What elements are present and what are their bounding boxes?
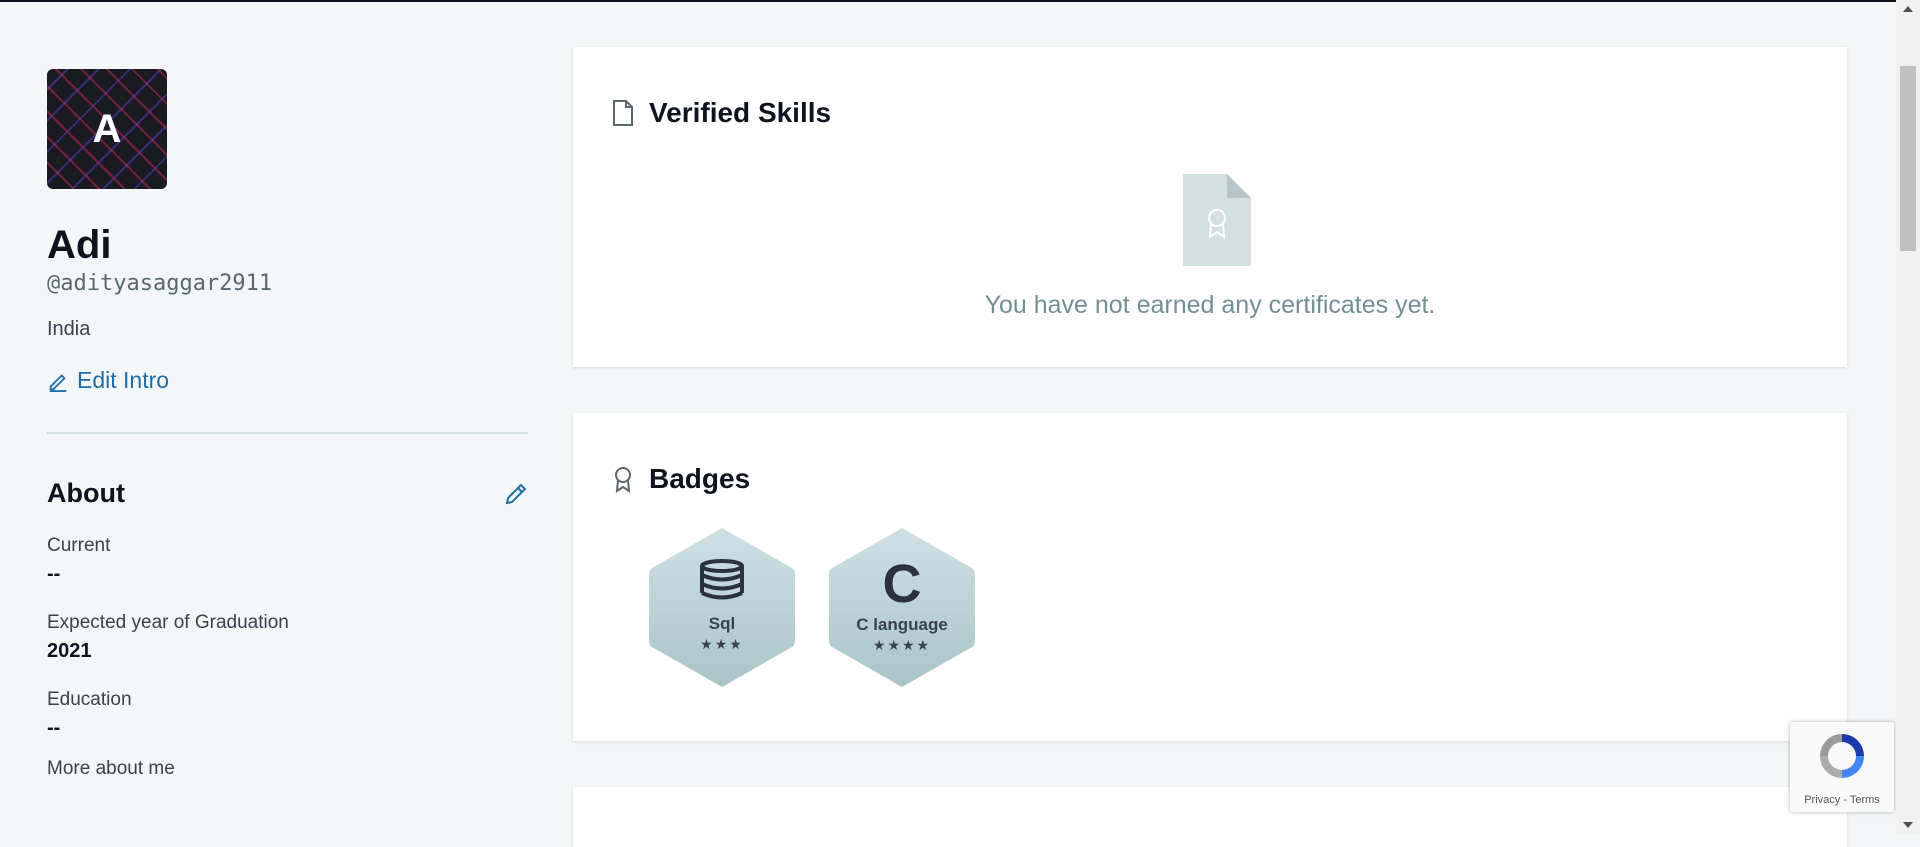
field-value: 2021: [47, 640, 92, 662]
badges-title: Badges: [649, 463, 751, 494]
next-section-card: [573, 787, 1847, 847]
badge-c-language[interactable]: C C language ★★★★: [827, 525, 977, 690]
verified-skills-header: Verified Skills: [611, 97, 831, 129]
about-title: About: [47, 478, 125, 508]
about-field-education: Education --: [47, 689, 528, 740]
avatar-letter: A: [92, 106, 122, 151]
profile-name: Adi: [47, 223, 112, 267]
link-separator: -: [1840, 794, 1850, 806]
edit-intro-label: Edit Intro: [77, 367, 170, 393]
badges-list: Sql ★★★ C C language ★★★★: [647, 525, 977, 690]
about-field-more: More about me: [47, 758, 528, 780]
award-icon: [615, 467, 631, 493]
badge-name: C language: [856, 615, 948, 634]
field-label: More about me: [47, 758, 175, 779]
top-border: [0, 0, 1896, 2]
badge-content: Sql ★★★: [647, 559, 797, 653]
profile-sidebar: A Adi @adityasaggar2911 India Edit Intro…: [47, 69, 528, 780]
edit-about-button[interactable]: [504, 482, 528, 506]
pencil-icon: [49, 373, 67, 392]
badges-card: Badges Sql ★★★ C C language ★★★★: [573, 413, 1847, 741]
scroll-thumb[interactable]: [1900, 66, 1916, 251]
about-field-current: Current --: [47, 535, 528, 586]
scroll-down-arrow-icon[interactable]: [1903, 822, 1913, 828]
badge-stars: ★★★: [700, 636, 744, 652]
field-label: Current: [47, 535, 111, 556]
c-letter-icon: C: [882, 554, 922, 614]
verified-skills-card: Verified Skills You have not earned any …: [573, 47, 1847, 367]
field-label: Expected year of Graduation: [47, 612, 289, 633]
badge-name: Sql: [708, 614, 736, 633]
scroll-up-arrow-icon[interactable]: [1903, 6, 1913, 12]
badge-content: C C language ★★★★: [827, 554, 977, 654]
verified-skills-title: Verified Skills: [649, 97, 832, 128]
field-value: --: [47, 563, 61, 585]
recaptcha-widget[interactable]: Privacy - Terms: [1790, 722, 1894, 812]
field-label: Education: [47, 689, 132, 710]
privacy-link[interactable]: Privacy: [1804, 794, 1840, 806]
recaptcha-icon: [1820, 734, 1864, 778]
badge-sql[interactable]: Sql ★★★: [647, 525, 797, 690]
field-value: --: [47, 717, 61, 739]
document-icon: [613, 100, 633, 126]
avatar: A: [47, 69, 167, 189]
profile-handle: @adityasaggar2911: [47, 271, 273, 296]
certificate-placeholder-icon: [1183, 174, 1251, 266]
edit-intro-button[interactable]: Edit Intro: [47, 367, 528, 394]
database-icon: [700, 559, 744, 600]
empty-certificates-message: You have not earned any certificates yet…: [984, 291, 1436, 319]
about-header: About: [47, 478, 528, 509]
badges-header: Badges: [611, 463, 750, 495]
profile-country: India: [47, 318, 91, 340]
pencil-icon: [505, 483, 527, 504]
recaptcha-links: Privacy - Terms: [1790, 794, 1894, 806]
badge-stars: ★★★★: [872, 637, 932, 653]
page-scrollbar[interactable]: [1896, 0, 1920, 834]
about-field-graduation: Expected year of Graduation 2021: [47, 612, 528, 663]
sidebar-divider: [47, 432, 528, 434]
terms-link[interactable]: Terms: [1850, 794, 1880, 806]
